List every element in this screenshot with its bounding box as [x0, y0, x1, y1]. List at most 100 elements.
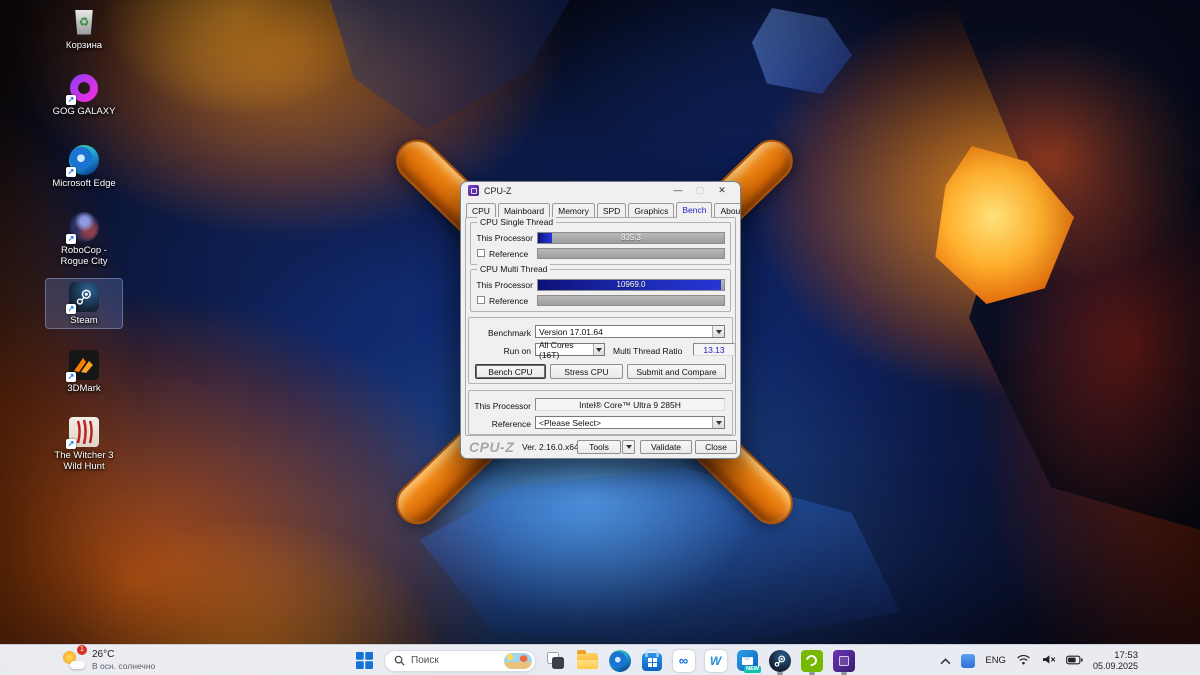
3dmark-icon: ↗	[67, 349, 101, 381]
reference-value: <Please Select>	[539, 418, 601, 428]
benchmark-label: Benchmark	[471, 328, 531, 338]
benchmark-group: Benchmark Version 17.01.64 Run on All Co…	[468, 317, 733, 384]
desktop-icon-label: 3DMark	[67, 383, 100, 394]
desktop-icon-recycle-bin[interactable]: ♻ Корзина	[46, 4, 122, 53]
tools-dropdown-arrow[interactable]	[622, 440, 635, 454]
tray-chevron-up-icon[interactable]	[940, 652, 951, 670]
run-on-select[interactable]: All Cores (16T)	[535, 343, 605, 356]
taskbar-meta-quest-link[interactable]: ∞	[671, 648, 696, 673]
clock[interactable]: 17:53 05.09.2025	[1093, 650, 1138, 672]
taskbar-cpu-z[interactable]	[831, 648, 856, 673]
search-box[interactable]: Поиск	[384, 650, 536, 672]
reference-label: Reference	[489, 249, 528, 259]
shortcut-arrow-icon: ↗	[66, 372, 76, 382]
group-title: CPU Single Thread	[477, 217, 556, 227]
title-bar[interactable]: CPU-Z — ▢ ✕	[461, 182, 740, 199]
close-button[interactable]: ✕	[711, 185, 733, 196]
shortcut-arrow-icon: ↗	[66, 439, 76, 449]
desktop: ♻ Корзина ↗ GOG GALAXY ↗ Microsoft Edge …	[0, 0, 1200, 675]
taskbar: 1 26°C В осн. солнечно Поиск	[0, 644, 1200, 675]
start-button[interactable]	[352, 648, 377, 673]
multi-reference-bar	[537, 295, 725, 306]
dropdown-arrow-icon[interactable]	[712, 417, 724, 428]
minimize-button[interactable]: —	[667, 185, 689, 196]
multi-thread-bar: 10969.0	[537, 279, 725, 291]
multi-thread-group: CPU Multi Thread This Processor 10969.0 …	[470, 269, 731, 312]
shortcut-arrow-icon: ↗	[66, 234, 76, 244]
desktop-icon-label: Microsoft Edge	[52, 178, 115, 189]
nvidia-icon	[801, 650, 823, 672]
tab-spd[interactable]: SPD	[597, 203, 626, 217]
wallpaper-engine-icon: W	[705, 650, 727, 672]
taskbar-nvidia-app[interactable]	[799, 648, 824, 673]
single-reference-checkbox[interactable]	[477, 249, 485, 257]
tab-mainboard[interactable]: Mainboard	[498, 203, 550, 217]
single-thread-group: CPU Single Thread This Processor 835.3 R…	[470, 222, 731, 265]
cpuz-app-icon	[468, 185, 479, 196]
close-window-button[interactable]: Close	[695, 440, 737, 454]
language-indicator[interactable]: ENG	[985, 655, 1006, 666]
tab-bench[interactable]: Bench	[676, 202, 712, 217]
witcher3-icon: ↗	[67, 416, 101, 448]
dropdown-arrow-icon[interactable]	[712, 326, 724, 337]
store-icon	[642, 653, 662, 671]
desktop-icon-label: Корзина	[66, 40, 102, 51]
cpuz-logo: CPU-Z	[469, 439, 514, 455]
desktop-icon-microsoft-edge[interactable]: ↗ Microsoft Edge	[46, 142, 122, 191]
taskbar-file-explorer[interactable]	[575, 648, 600, 673]
steam-icon: ↗	[67, 281, 101, 313]
tab-cpu[interactable]: CPU	[466, 203, 496, 217]
bench-cpu-button[interactable]: Bench CPU	[475, 364, 546, 379]
tab-memory[interactable]: Memory	[552, 203, 595, 217]
multi-thread-score: 10969.0	[538, 280, 724, 289]
desktop-icon-gog-galaxy[interactable]: ↗ GOG GALAXY	[46, 70, 122, 119]
single-thread-score: 835.3	[538, 233, 724, 242]
run-on-value: All Cores (16T)	[539, 340, 593, 360]
search-highlight-image[interactable]	[504, 653, 532, 669]
volume-muted-icon[interactable]	[1041, 652, 1056, 670]
processor-name-field: Intel® Core™ Ultra 9 285H	[535, 398, 725, 411]
battery-icon[interactable]	[1066, 652, 1083, 670]
cpuz-icon	[833, 650, 855, 672]
meta-icon: ∞	[673, 650, 695, 672]
taskbar-microsoft-edge[interactable]	[607, 648, 632, 673]
dropdown-arrow-icon[interactable]	[593, 344, 604, 355]
taskbar-outlook[interactable]: NEW	[735, 648, 760, 673]
tab-about[interactable]: About	[714, 203, 741, 217]
ratio-value-field: 13.13	[693, 343, 735, 356]
reference-select[interactable]: <Please Select>	[535, 416, 725, 429]
weather-icon: 1	[62, 648, 85, 671]
tools-button[interactable]: Tools	[577, 440, 621, 454]
tab-bar: CPU Mainboard Memory SPD Graphics Bench …	[466, 203, 741, 217]
desktop-icon-3dmark[interactable]: ↗ 3DMark	[46, 347, 122, 396]
desktop-icon-label: The Witcher 3 Wild Hunt	[46, 450, 122, 472]
benchmark-version-select[interactable]: Version 17.01.64	[535, 325, 725, 338]
taskbar-steam[interactable]	[767, 648, 792, 673]
reference-label: Reference	[471, 419, 531, 429]
wifi-icon[interactable]	[1016, 652, 1031, 670]
tray-app-icon[interactable]	[961, 654, 975, 668]
tab-graphics[interactable]: Graphics	[628, 203, 674, 217]
taskbar-task-view[interactable]	[543, 648, 568, 673]
date: 05.09.2025	[1093, 661, 1138, 672]
search-icon	[394, 655, 405, 666]
taskbar-microsoft-store[interactable]	[639, 648, 664, 673]
submit-compare-button[interactable]: Submit and Compare	[627, 364, 726, 379]
desktop-icon-steam[interactable]: ↗ Steam	[46, 279, 122, 328]
edge-icon: ↗	[67, 144, 101, 176]
robocop-icon: ↗	[67, 211, 101, 243]
validate-button[interactable]: Validate	[640, 440, 692, 454]
weather-widget[interactable]: 1 26°C В осн. солнечно	[62, 648, 155, 671]
stress-cpu-button[interactable]: Stress CPU	[550, 364, 623, 379]
desktop-icon-robocop[interactable]: ↗ RoboCop - Rogue City	[46, 209, 122, 269]
steam-icon	[769, 650, 791, 672]
outlook-icon: NEW	[737, 650, 758, 671]
taskbar-wallpaper-engine[interactable]: W	[703, 648, 728, 673]
benchmark-version-value: Version 17.01.64	[539, 327, 603, 337]
bench-tab-page: CPU Single Thread This Processor 835.3 R…	[465, 217, 736, 436]
multi-reference-checkbox[interactable]	[477, 296, 485, 304]
reference-label: Reference	[489, 296, 528, 306]
maximize-button[interactable]: ▢	[689, 185, 711, 196]
notification-badge: 1	[77, 645, 87, 655]
desktop-icon-witcher3[interactable]: ↗ The Witcher 3 Wild Hunt	[46, 414, 122, 474]
